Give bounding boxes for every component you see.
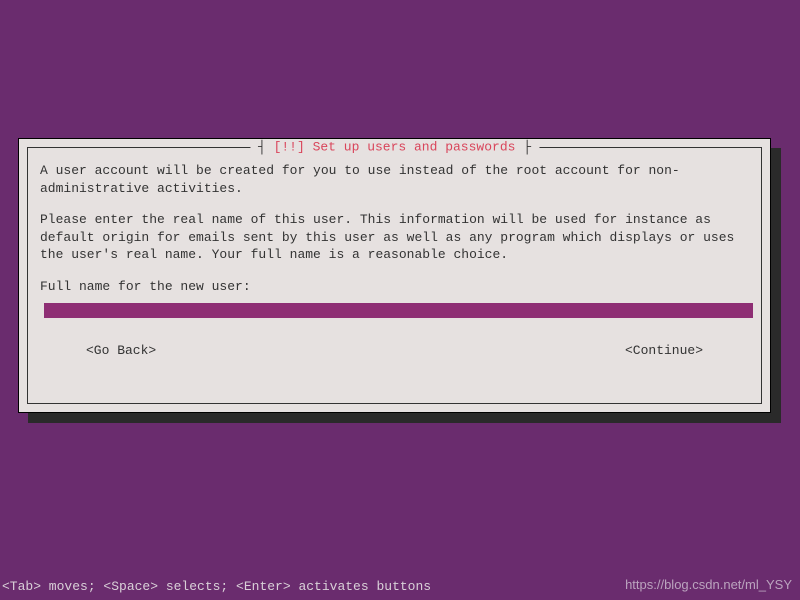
watermark: https://blog.csdn.net/ml_YSY <box>625 577 792 592</box>
continue-button[interactable]: <Continue> <box>625 342 703 360</box>
dialog-border: ┤ [!!] Set up users and passwords ├ A us… <box>27 147 762 404</box>
intro-paragraph-2: Please enter the real name of this user.… <box>40 211 749 264</box>
dialog-content: A user account will be created for you t… <box>28 148 761 372</box>
fullname-label: Full name for the new user: <box>40 278 749 296</box>
fullname-input[interactable] <box>44 303 753 318</box>
title-bracket-right: ├ <box>515 140 531 155</box>
title-bracket-left: ┤ <box>258 140 274 155</box>
go-back-button[interactable]: <Go Back> <box>86 342 156 360</box>
button-row: <Go Back> <Continue> <box>40 342 749 360</box>
dialog-window: ┤ [!!] Set up users and passwords ├ A us… <box>18 138 771 413</box>
dialog-title: ┤ [!!] Set up users and passwords ├ <box>250 140 539 155</box>
intro-paragraph-1: A user account will be created for you t… <box>40 162 749 197</box>
footer-help-text: <Tab> moves; <Space> selects; <Enter> ac… <box>2 579 431 594</box>
dialog-title-text: [!!] Set up users and passwords <box>274 140 516 155</box>
